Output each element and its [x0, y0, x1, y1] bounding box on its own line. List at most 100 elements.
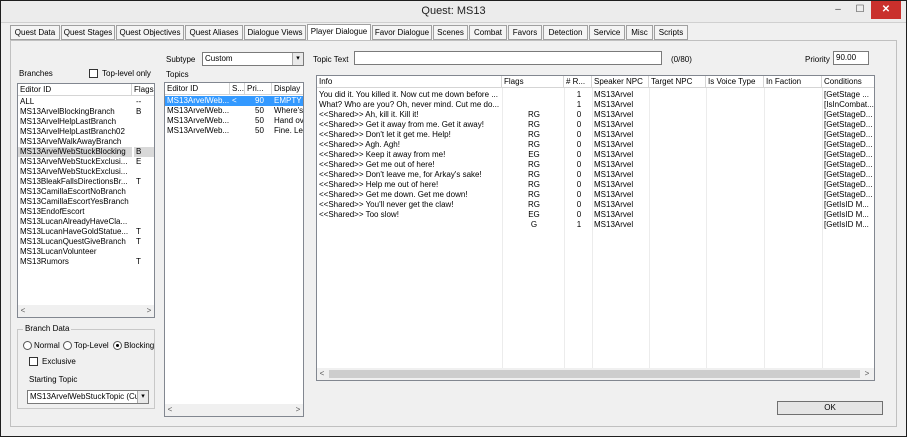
topic-text-input[interactable]: [354, 51, 662, 65]
topic-row[interactable]: MS13ArvelWeb... 50 Fine. Le: [165, 126, 303, 136]
tab-favor-dialogue[interactable]: Favor Dialogue: [372, 25, 432, 40]
branch-row[interactable]: MS13LucanHaveGoldStatue... T: [18, 227, 154, 237]
info-row[interactable]: What? Who are you? Oh, never mind. Cut m…: [317, 100, 874, 110]
exclusive-checkbox[interactable]: [29, 357, 38, 366]
topic-text-counter: (0/80): [671, 55, 692, 64]
info-col-in-faction[interactable]: In Faction: [764, 76, 822, 88]
info-row[interactable]: <<Shared>> Help me out of here! RG 0 MS13Ar…: [317, 180, 874, 190]
info-row[interactable]: <<Shared>> Keep it away from me! EG 0 MS13A…: [317, 150, 874, 160]
info-row[interactable]: <<Shared>> Agh. Agh! RG 0 MS13Arvel [GetStag…: [317, 140, 874, 150]
branch-row[interactable]: ALL --: [18, 97, 154, 107]
info-row[interactable]: <<Shared>> Get me down. Get me down! RG 0 M…: [317, 190, 874, 200]
maximize-button[interactable]: ☐: [849, 1, 871, 19]
branch-row[interactable]: MS13ArvelHelpLastBranch02: [18, 127, 154, 137]
branch-row[interactable]: MS13CamillaEscortYesBranch: [18, 197, 154, 207]
branch-row[interactable]: MS13BleakFallsDirectionsBr... T: [18, 177, 154, 187]
radio-blocking[interactable]: [113, 341, 122, 350]
tab-scenes[interactable]: Scenes: [433, 25, 468, 40]
branch-row[interactable]: MS13ArvelHelpLastBranch: [18, 117, 154, 127]
branch-row[interactable]: MS13ArvelBlockingBranch B: [18, 107, 154, 117]
top-level-only-checkbox[interactable]: [89, 69, 98, 78]
branches-list[interactable]: Editor ID Flags ALL -- MS13ArvelBlockingBr…: [17, 83, 155, 318]
branch-row[interactable]: MS13ArvelWebStuckBlocking B: [18, 147, 154, 157]
branch-row[interactable]: MS13ArvelWebStuckExclusi... E: [18, 157, 154, 167]
branch-row[interactable]: MS13EndofEscort: [18, 207, 154, 217]
tab-quest-stages[interactable]: Quest Stages: [61, 25, 115, 40]
topic-row[interactable]: MS13ArvelWeb... 50 Where's: [165, 106, 304, 116]
branches-hscroll[interactable]: < >: [18, 305, 154, 317]
ok-button[interactable]: OK: [777, 401, 883, 415]
topics-col-priority[interactable]: Pri...: [245, 83, 272, 95]
topics-hscroll[interactable]: < >: [165, 404, 303, 416]
scroll-left-icon[interactable]: <: [165, 404, 175, 416]
info-list[interactable]: Info Flags # R... Speaker NPC Target NPC…: [316, 75, 875, 381]
info-col-speaker-npc[interactable]: Speaker NPC: [592, 76, 649, 88]
branch-row[interactable]: MS13LucanVolunteer: [18, 247, 154, 257]
branches-col-editor-id[interactable]: Editor ID: [18, 84, 132, 96]
tab-scripts[interactable]: Scripts: [654, 25, 688, 40]
branch-row[interactable]: MS13CamillaEscortNoBranch: [18, 187, 154, 197]
info-faction: [764, 110, 822, 120]
tab-misc[interactable]: Misc: [626, 25, 653, 40]
tab-combat[interactable]: Combat: [469, 25, 507, 40]
branch-row[interactable]: MS13LucanAlreadyHaveCla...: [18, 217, 154, 227]
info-speaker: MS13Arvel: [594, 120, 634, 129]
branches-col-flags[interactable]: Flags: [132, 84, 154, 96]
tab-player-dialogue[interactable]: Player Dialogue: [307, 24, 371, 41]
scroll-left-icon[interactable]: <: [317, 368, 327, 380]
topics-col-display[interactable]: Display: [272, 83, 303, 95]
topic-id: MS13ArvelWeb...: [165, 96, 230, 106]
branch-row[interactable]: MS13ArvelWalkAwayBranch: [18, 137, 154, 147]
tab-detection[interactable]: Detection: [543, 25, 588, 40]
info-col-info[interactable]: Info: [317, 76, 502, 88]
topics-list[interactable]: Editor ID S... Pri... Display MS13ArvelW…: [164, 82, 304, 417]
priority-input[interactable]: 90.00: [833, 51, 869, 65]
info-row[interactable]: <<Shared>> Get me out of here! RG 0 MS13Arv…: [317, 160, 874, 170]
info-col-target-npc[interactable]: Target NPC: [649, 76, 706, 88]
info-scroll-thumb[interactable]: [329, 370, 860, 378]
chevron-down-icon: ▾: [137, 391, 148, 403]
branch-editor-id: MS13LucanHaveGoldStatue...: [20, 227, 129, 236]
radio-top-level[interactable]: [63, 341, 72, 350]
info-col-is-voice-type[interactable]: Is Voice Type: [706, 76, 764, 88]
info-row[interactable]: <<Shared>> Get it away from me. Get it a…: [317, 120, 874, 130]
topic-row[interactable]: MS13ArvelWeb... <90 EMPTY: [165, 96, 303, 106]
info-speaker: MS13Arvel: [594, 90, 634, 99]
tab-quest-objectives[interactable]: Quest Objectives: [116, 25, 184, 40]
info-row[interactable]: <<Shared>> You'll never get the claw! RG 0…: [317, 200, 874, 210]
starting-topic-select[interactable]: MS13ArvelWebStuckTopic (Cu ▾: [27, 390, 149, 404]
topic-row[interactable]: MS13ArvelWeb... 50 Hand ov: [165, 116, 303, 126]
subtype-select[interactable]: Custom ▾: [202, 52, 304, 66]
info-hscroll[interactable]: < >: [317, 368, 874, 380]
info-col-conditions[interactable]: Conditions: [822, 76, 874, 88]
branch-row[interactable]: MS13LucanQuestGiveBranch T: [18, 237, 154, 247]
branch-row[interactable]: MS13ArvelWebStuckExclusi...: [18, 167, 154, 177]
scroll-right-icon[interactable]: >: [862, 368, 872, 380]
info-row[interactable]: <<Shared>> Don't let it get me. Help! RG 0…: [317, 130, 874, 140]
branch-row[interactable]: MS13Rumors T: [18, 257, 154, 267]
info-col-r[interactable]: # R...: [564, 76, 592, 88]
tab-favors[interactable]: Favors: [508, 25, 542, 40]
branch-flags: [134, 217, 154, 227]
minimize-button[interactable]: –: [827, 1, 849, 19]
topics-col-s[interactable]: S...: [230, 83, 245, 95]
topic-display: Where's: [274, 106, 304, 115]
info-row[interactable]: <<Shared>> Too slow! EG 0 MS13Arvel [GetIsID…: [317, 210, 874, 220]
close-button[interactable]: ✕: [871, 1, 901, 19]
scroll-right-icon[interactable]: >: [144, 305, 154, 317]
info-row[interactable]: <<Shared>> Ah, kill it. Kill it! RG 0 MS13A…: [317, 110, 874, 120]
scroll-left-icon[interactable]: <: [18, 305, 28, 317]
info-row[interactable]: You did it. You killed it. Now cut me do…: [317, 90, 874, 100]
radio-normal[interactable]: [23, 341, 32, 350]
branch-editor-id: MS13CamillaEscortYesBranch: [20, 197, 129, 206]
info-info: <<Shared>> You'll never get the claw!: [319, 200, 454, 209]
info-col-flags[interactable]: Flags: [502, 76, 564, 88]
tab-quest-aliases[interactable]: Quest Aliases: [185, 25, 243, 40]
topics-col-editor-id[interactable]: Editor ID: [165, 83, 230, 95]
tab-service[interactable]: Service: [589, 25, 625, 40]
tab-quest-data[interactable]: Quest Data: [10, 25, 60, 40]
scroll-right-icon[interactable]: >: [293, 404, 303, 416]
tab-dialogue-views[interactable]: Dialogue Views: [244, 25, 306, 40]
info-row[interactable]: G 1 MS13Arvel [GetIsID M...: [317, 220, 874, 230]
info-row[interactable]: <<Shared>> Don't leave me, for Arkay's s…: [317, 170, 874, 180]
